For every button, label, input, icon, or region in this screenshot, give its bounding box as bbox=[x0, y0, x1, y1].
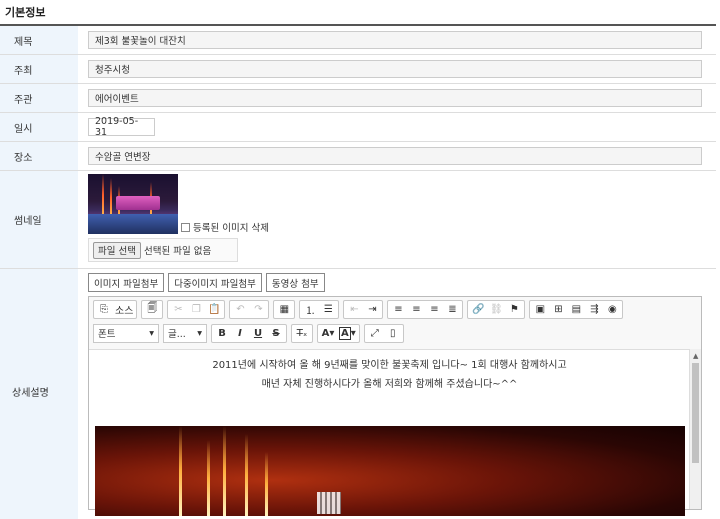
paste-icon[interactable]: 📋 bbox=[205, 301, 223, 318]
file-status: 선택된 파일 없음 bbox=[143, 246, 212, 257]
bg-color-label: A bbox=[339, 326, 351, 340]
strikethrough-button[interactable]: S bbox=[267, 325, 285, 342]
image-icon[interactable]: ▣ bbox=[531, 301, 549, 318]
delete-image-checkbox[interactable] bbox=[181, 222, 190, 232]
scroll-up-icon[interactable]: ▲ bbox=[693, 352, 698, 360]
indent-icon[interactable]: ⇥ bbox=[363, 301, 381, 318]
unlink-icon[interactable]: ⛓ bbox=[487, 301, 505, 318]
row-title: 제목 제3회 불꽃놀이 대잔치 bbox=[0, 26, 716, 55]
redo-icon[interactable]: ↷ bbox=[249, 301, 267, 318]
italic-button[interactable]: I bbox=[231, 325, 249, 342]
date-input[interactable]: 2019-05-31 bbox=[88, 116, 155, 138]
editor-content[interactable]: 2011년에 시작하여 올 해 9년째를 맞이한 불꽃축제 입니다~ 1회 대행… bbox=[89, 349, 690, 516]
source-label[interactable]: 소스 bbox=[113, 301, 135, 318]
align-right-icon[interactable]: ≡ bbox=[425, 301, 443, 318]
source-icon[interactable]: ⎘ bbox=[95, 301, 113, 318]
underline-button[interactable]: U bbox=[249, 325, 267, 342]
numbered-list-icon[interactable]: ⒈ bbox=[301, 301, 319, 318]
place-input[interactable]: 수암골 연변장 bbox=[88, 147, 702, 165]
host-input[interactable]: 청주시청 bbox=[88, 60, 702, 78]
anchor-flag-icon[interactable]: ⚑ bbox=[505, 301, 523, 318]
delete-image-label: 등록된 이미지 삭제 bbox=[193, 223, 269, 234]
align-left-icon[interactable]: ≡ bbox=[389, 301, 407, 318]
label-detail: 상세설명 bbox=[0, 272, 78, 510]
align-justify-icon[interactable]: ≣ bbox=[443, 301, 461, 318]
label-place: 장소 bbox=[0, 142, 78, 170]
label-organizer: 주관 bbox=[0, 84, 78, 112]
multi-image-attach-button[interactable]: 다중이미지 파일첨부 bbox=[168, 273, 262, 292]
rich-text-editor: ⎘ 소스 🗐 ✂ ❐ 📋 ↶ ↷ ▦ ⒈ ☰ ⇤ ⇥ ≡ ≡ ≡ ≣ 🔗 ⛓ ⚑… bbox=[88, 296, 702, 516]
font-family-value: 폰트 bbox=[98, 329, 116, 340]
chevron-down-icon: ▾ bbox=[149, 327, 154, 339]
bold-button[interactable]: B bbox=[213, 325, 231, 342]
text-color-label: A bbox=[321, 327, 330, 339]
font-size-value: 글... bbox=[168, 329, 186, 340]
label-thumbnail: 썸네일 bbox=[0, 171, 78, 268]
maximize-icon[interactable]: ⤢ bbox=[366, 325, 384, 342]
content-line-2: 매년 자체 진행하시다가 올해 저희와 함께해 주셨습니다~^^ bbox=[261, 379, 518, 390]
label-date: 일시 bbox=[0, 113, 78, 141]
bg-color-button[interactable]: A ▾ bbox=[337, 325, 358, 342]
thumbnail-image bbox=[88, 174, 178, 234]
organizer-input[interactable]: 에어이벤트 bbox=[88, 89, 702, 107]
link-icon[interactable]: 🔗 bbox=[469, 301, 487, 318]
table-icon[interactable]: ⊞ bbox=[549, 301, 567, 318]
editor-scrollbar[interactable]: ▲ bbox=[689, 349, 701, 509]
title-input[interactable]: 제3회 불꽃놀이 대잔치 bbox=[88, 31, 702, 49]
remove-format-icon[interactable]: T̶ₓ bbox=[293, 325, 311, 342]
format-icon[interactable]: ▦ bbox=[275, 301, 293, 318]
show-blocks-icon[interactable]: ▯ bbox=[384, 325, 402, 342]
content-firework-image bbox=[95, 426, 685, 516]
bulleted-list-icon[interactable]: ☰ bbox=[319, 301, 337, 318]
font-size-select[interactable]: 글... ▾ bbox=[163, 323, 207, 343]
outdent-icon[interactable]: ⇤ bbox=[345, 301, 363, 318]
row-thumbnail: 썸네일 등록된 이미지 삭제 파일 선택 선택된 파일 없음 bbox=[0, 171, 716, 269]
row-host: 주최 청주시청 bbox=[0, 55, 716, 84]
text-color-button[interactable]: A ▾ bbox=[319, 325, 337, 342]
label-title: 제목 bbox=[0, 26, 78, 54]
label-host: 주최 bbox=[0, 55, 78, 83]
content-line-1: 2011년에 시작하여 올 해 9년째를 맞이한 불꽃축제 입니다~ 1회 대행… bbox=[212, 360, 567, 371]
section-title: 기본정보 bbox=[5, 6, 46, 19]
font-family-select[interactable]: 폰트 ▾ bbox=[93, 323, 159, 343]
video-attach-button[interactable]: 동영상 첨부 bbox=[265, 273, 325, 292]
scroll-thumb[interactable] bbox=[692, 363, 699, 463]
copy-icon[interactable]: ❐ bbox=[187, 301, 205, 318]
row-place: 장소 수암골 연변장 bbox=[0, 142, 716, 171]
cut-icon[interactable]: ✂ bbox=[169, 301, 187, 318]
page-break-icon[interactable]: ⇶ bbox=[585, 301, 603, 318]
row-date: 일시 2019-05-31 bbox=[0, 113, 716, 142]
image-attach-button[interactable]: 이미지 파일첨부 bbox=[88, 273, 165, 292]
file-upload-box: 파일 선택 선택된 파일 없음 bbox=[88, 238, 238, 262]
undo-icon[interactable]: ↶ bbox=[231, 301, 249, 318]
iframe-globe-icon[interactable]: ◉ bbox=[603, 301, 621, 318]
row-organizer: 주관 에어이벤트 bbox=[0, 84, 716, 113]
horizontal-rule-icon[interactable]: ▤ bbox=[567, 301, 585, 318]
align-center-icon[interactable]: ≡ bbox=[407, 301, 425, 318]
chevron-down-icon: ▾ bbox=[197, 327, 202, 339]
preview-icon[interactable]: 🗐 bbox=[143, 301, 161, 318]
file-select-button[interactable]: 파일 선택 bbox=[93, 241, 141, 259]
